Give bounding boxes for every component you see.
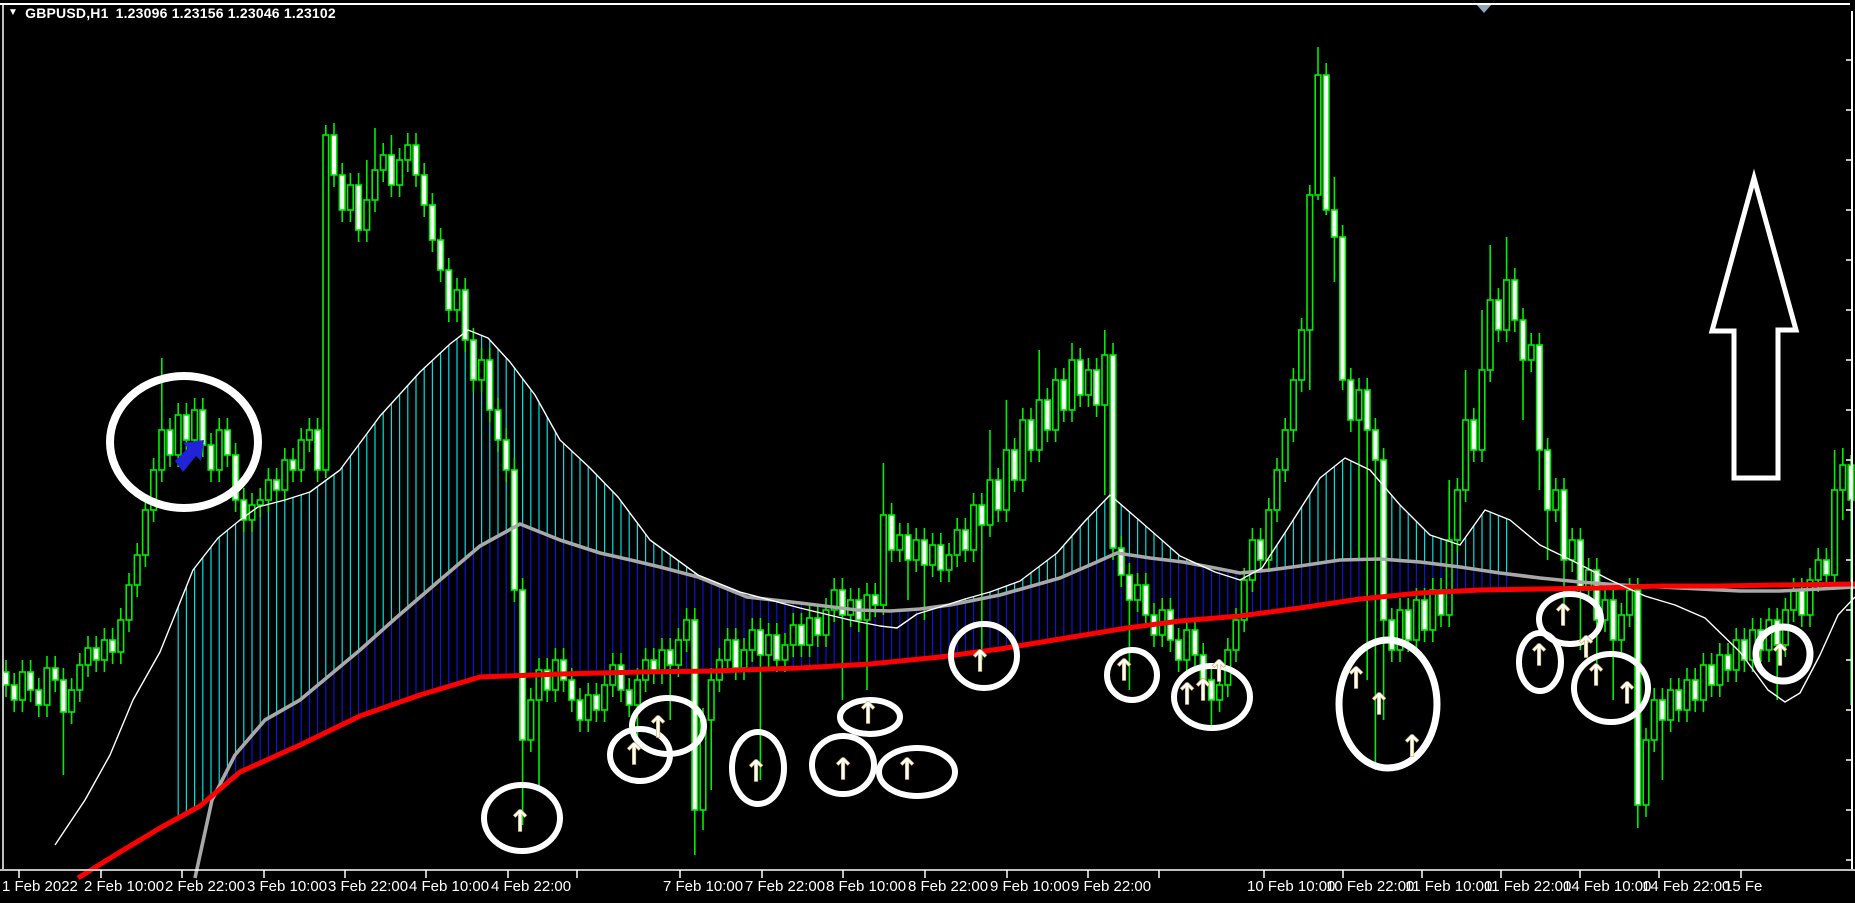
- candles-layer: [2, 47, 1855, 855]
- time-axis-label: 4 Feb 22:00: [491, 878, 572, 895]
- chart-title-bar: ▼ GBPUSD,H1 1.23096 1.23156 1.23046 1.23…: [8, 5, 336, 21]
- time-axis-label: 9 Feb 10:00: [990, 878, 1071, 895]
- up-arrow-marker[interactable]: ↑: [1526, 638, 1552, 674]
- price-chart-canvas[interactable]: ↑↑↑↑ ↑↑↑↑ ↑↑↑↑ ↑↑↑↑↑↑↑↑↑: [0, 0, 1855, 903]
- up-arrow-marker[interactable]: ↑: [894, 752, 920, 788]
- time-axis-label: 8 Feb 10:00: [826, 878, 907, 895]
- up-arrow-marker[interactable]: ↑: [1111, 653, 1137, 689]
- indicator-cloud-layer: [177, 332, 1508, 818]
- up-arrow-marker[interactable]: ↑: [1583, 658, 1609, 694]
- symbol-dropdown-icon[interactable]: ▼: [8, 6, 18, 20]
- time-axis-label: 8 Feb 22:00: [908, 878, 989, 895]
- time-axis-label: 2 Feb 22:00: [165, 878, 246, 895]
- up-arrow-marker[interactable]: ↑: [830, 752, 856, 788]
- up-arrow-marker[interactable]: ↑: [1366, 687, 1392, 723]
- time-axis-label: 3 Feb 22:00: [328, 878, 409, 895]
- quote-values: 1.23096 1.23156 1.23046 1.23102: [115, 5, 336, 21]
- time-axis-label: 10 Feb 22:00: [1326, 878, 1415, 895]
- symbol-title: GBPUSD,H1: [25, 5, 109, 21]
- up-arrow-marker[interactable]: ↑: [1399, 729, 1425, 765]
- time-axis-label: 7 Feb 10:00: [663, 878, 744, 895]
- time-axis: 1 Feb 2022 2 Feb 10:00 2 Feb 22:00 3 Feb 10…: [0, 876, 1855, 903]
- time-axis-label: 11 Feb 10:00: [1405, 878, 1493, 895]
- time-axis-label: 14 Feb 22:00: [1642, 878, 1731, 895]
- up-arrow-marker[interactable]: ↑: [1343, 661, 1369, 697]
- time-axis-label: 15 Fe: [1724, 878, 1763, 895]
- up-arrow-marker[interactable]: ↑: [507, 804, 533, 840]
- time-axis-label: 11 Feb 22:00: [1484, 878, 1572, 895]
- up-arrow-marker[interactable]: ↑: [1767, 638, 1793, 674]
- up-arrow-marker[interactable]: ↑: [621, 737, 647, 773]
- time-axis-label: 9 Feb 22:00: [1071, 878, 1152, 895]
- up-arrow-marker[interactable]: ↑: [967, 644, 993, 680]
- scroll-to-end-marker[interactable]: [1476, 4, 1492, 13]
- up-arrow-marker[interactable]: ↑: [1614, 676, 1640, 712]
- mt4-chart-window: ▼ GBPUSD,H1 1.23096 1.23156 1.23046 1.23…: [0, 0, 1855, 903]
- big-up-arrow-object[interactable]: [1708, 168, 1800, 481]
- up-arrow-marker[interactable]: ↑: [1550, 598, 1576, 634]
- time-axis-label: 7 Feb 22:00: [745, 878, 826, 895]
- time-axis-label: 1 Feb 2022: [2, 878, 78, 895]
- up-arrow-marker[interactable]: ↑: [1206, 654, 1232, 690]
- up-arrow-marker[interactable]: ↑: [645, 710, 671, 746]
- annotations-layer: ↑↑↑↑ ↑↑↑↑ ↑↑↑↑ ↑↑↑↑↑↑↑↑↑: [106, 4, 1814, 854]
- up-arrow-marker[interactable]: ↑: [855, 696, 881, 732]
- time-axis-label: 14 Feb 10:00: [1563, 878, 1652, 895]
- time-axis-label: 3 Feb 10:00: [247, 878, 328, 895]
- up-arrow-marker[interactable]: ↑: [743, 754, 769, 790]
- time-axis-label: 10 Feb 10:00: [1247, 878, 1336, 895]
- time-axis-label: 2 Feb 10:00: [84, 878, 165, 895]
- signal-circle[interactable]: [106, 372, 262, 512]
- time-axis-label: 4 Feb 10:00: [409, 878, 490, 895]
